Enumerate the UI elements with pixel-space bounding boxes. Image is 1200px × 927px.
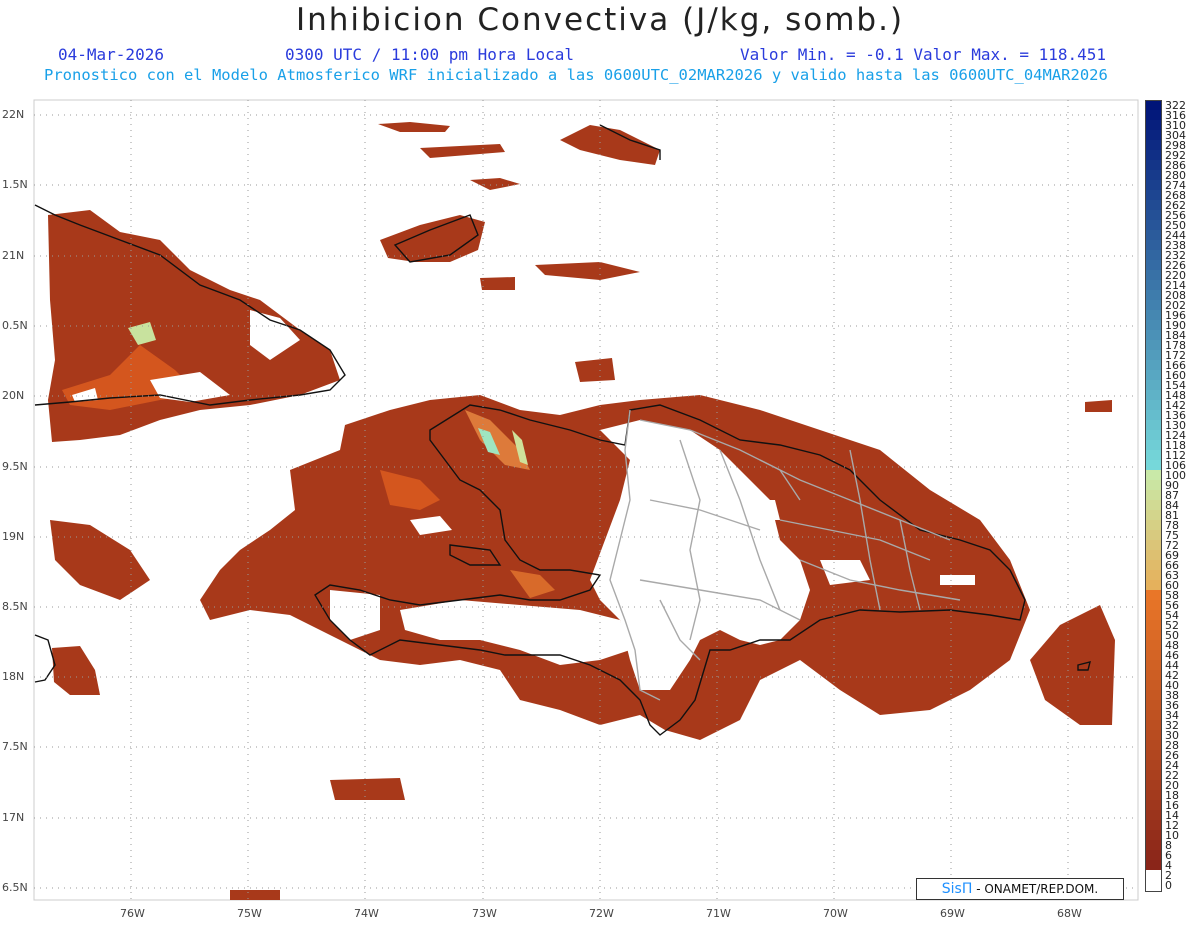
cin-area-puertorico xyxy=(1030,605,1115,725)
lon-label: 69W xyxy=(940,907,965,920)
cin-area-south-sea-3 xyxy=(1085,400,1112,412)
cin-area-southwest xyxy=(50,520,150,600)
cin-area-jamaica xyxy=(52,646,100,695)
map-canvas xyxy=(33,99,1139,901)
lon-label: 74W xyxy=(354,907,379,920)
lat-label: 22N xyxy=(2,108,25,121)
lon-label: 68W xyxy=(1057,907,1082,920)
cin-area-south-sea-2 xyxy=(230,890,280,900)
lat-label: 18N xyxy=(2,670,25,683)
cin-area-bahamas-4 xyxy=(480,277,515,290)
credit-text: - ONAMET/REP.DOM. xyxy=(972,882,1099,896)
lat-label: 8.5N xyxy=(2,600,28,613)
lon-label: 75W xyxy=(237,907,262,920)
cin-area-bahamas-5 xyxy=(535,262,640,280)
legend-outline xyxy=(1145,100,1162,892)
cin-area-bahamas-3 xyxy=(378,122,450,132)
lat-label: 19N xyxy=(2,530,25,543)
lat-label: 0.5N xyxy=(2,319,28,332)
lon-label: 71W xyxy=(706,907,731,920)
lat-label: 20N xyxy=(2,389,25,402)
cin-area-bahamas-7 xyxy=(470,178,520,190)
cin-area-bahamas-8 xyxy=(420,144,505,158)
lon-label: 72W xyxy=(589,907,614,920)
lat-label: 6.5N xyxy=(2,881,28,894)
lat-label: 7.5N xyxy=(2,740,28,753)
legend-label: 0 xyxy=(1165,879,1172,892)
lat-label: 1.5N xyxy=(2,178,28,191)
cin-area-bahamas-6 xyxy=(575,358,615,382)
lon-label: 73W xyxy=(472,907,497,920)
credit-box: SisΠ - ONAMET/REP.DOM. xyxy=(916,878,1124,900)
lat-label: 21N xyxy=(2,249,25,262)
cin-field xyxy=(48,122,1115,900)
lon-label: 76W xyxy=(120,907,145,920)
sispi-logo: SisΠ xyxy=(941,881,973,897)
lon-label: 70W xyxy=(823,907,848,920)
cin-area-south-sea-1 xyxy=(330,778,405,800)
cin-area-bahamas-1 xyxy=(380,215,485,262)
lat-label: 9.5N xyxy=(2,460,28,473)
lat-label: 17N xyxy=(2,811,25,824)
